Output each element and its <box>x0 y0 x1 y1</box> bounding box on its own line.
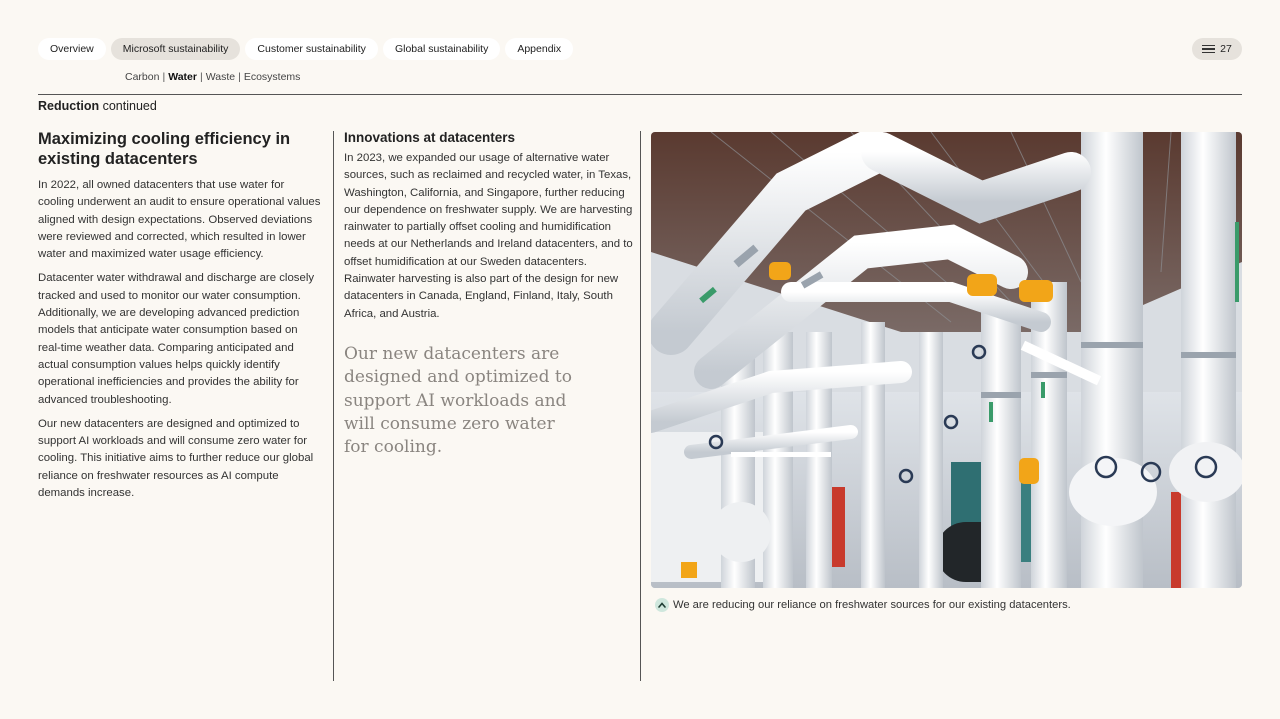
column-divider <box>640 131 641 681</box>
column-efficiency: Maximizing cooling efficiency in existin… <box>38 129 323 509</box>
column-innovations: Innovations at datacenters In 2023, we e… <box>344 129 634 459</box>
subnav-item-water[interactable]: Water <box>168 71 197 83</box>
subnav-item-carbon[interactable]: Carbon <box>125 71 159 83</box>
efficiency-paragraph-1: In 2022, all owned datacenters that use … <box>38 179 321 261</box>
tab-appendix[interactable]: Appendix <box>505 38 574 60</box>
tab-overview[interactable]: Overview <box>38 38 106 60</box>
pull-quote: Our new datacenters are designed and opt… <box>344 343 572 458</box>
subnav-item-ecosystems[interactable]: Ecosystems <box>244 71 301 83</box>
header-divider <box>38 94 1242 95</box>
innovations-heading: Innovations at datacenters <box>344 130 516 145</box>
chevron-up-icon[interactable] <box>655 598 669 612</box>
tab-microsoft-sustainability[interactable]: Microsoft sustainability <box>110 38 241 60</box>
tab-customer-sustainability[interactable]: Customer sustainability <box>245 38 378 60</box>
hamburger-menu-icon <box>1202 44 1216 54</box>
photo-caption-text: We are reducing our reliance on freshwat… <box>673 599 1071 611</box>
innovations-paragraph: In 2023, we expanded our usage of altern… <box>344 152 633 320</box>
page-number: 27 <box>1220 43 1232 55</box>
top-nav: Overview Microsoft sustainability Custom… <box>38 38 574 60</box>
datacenter-pipes-photo <box>651 132 1242 588</box>
efficiency-paragraph-3: Our new datacenters are designed and opt… <box>38 417 314 500</box>
tab-global-sustainability[interactable]: Global sustainability <box>382 38 501 60</box>
subnav-item-waste[interactable]: Waste <box>206 71 235 83</box>
section-label: Reduction continued <box>38 99 157 113</box>
photo-caption: We are reducing our reliance on freshwat… <box>655 598 1071 612</box>
section-label-bold: Reduction <box>38 99 100 113</box>
subnav-separator: | <box>199 71 203 83</box>
section-label-rest: continued <box>99 99 157 113</box>
efficiency-paragraph-2: Datacenter water withdrawal and discharg… <box>38 272 315 406</box>
efficiency-heading: Maximizing cooling efficiency in existin… <box>38 130 291 168</box>
subnav-separator: | <box>238 71 241 83</box>
menu-button[interactable]: 27 <box>1192 38 1242 60</box>
subnav-separator: | <box>162 71 166 83</box>
column-divider <box>333 131 334 681</box>
subnav: Carbon | Water | Waste | Ecosystems <box>125 71 300 83</box>
